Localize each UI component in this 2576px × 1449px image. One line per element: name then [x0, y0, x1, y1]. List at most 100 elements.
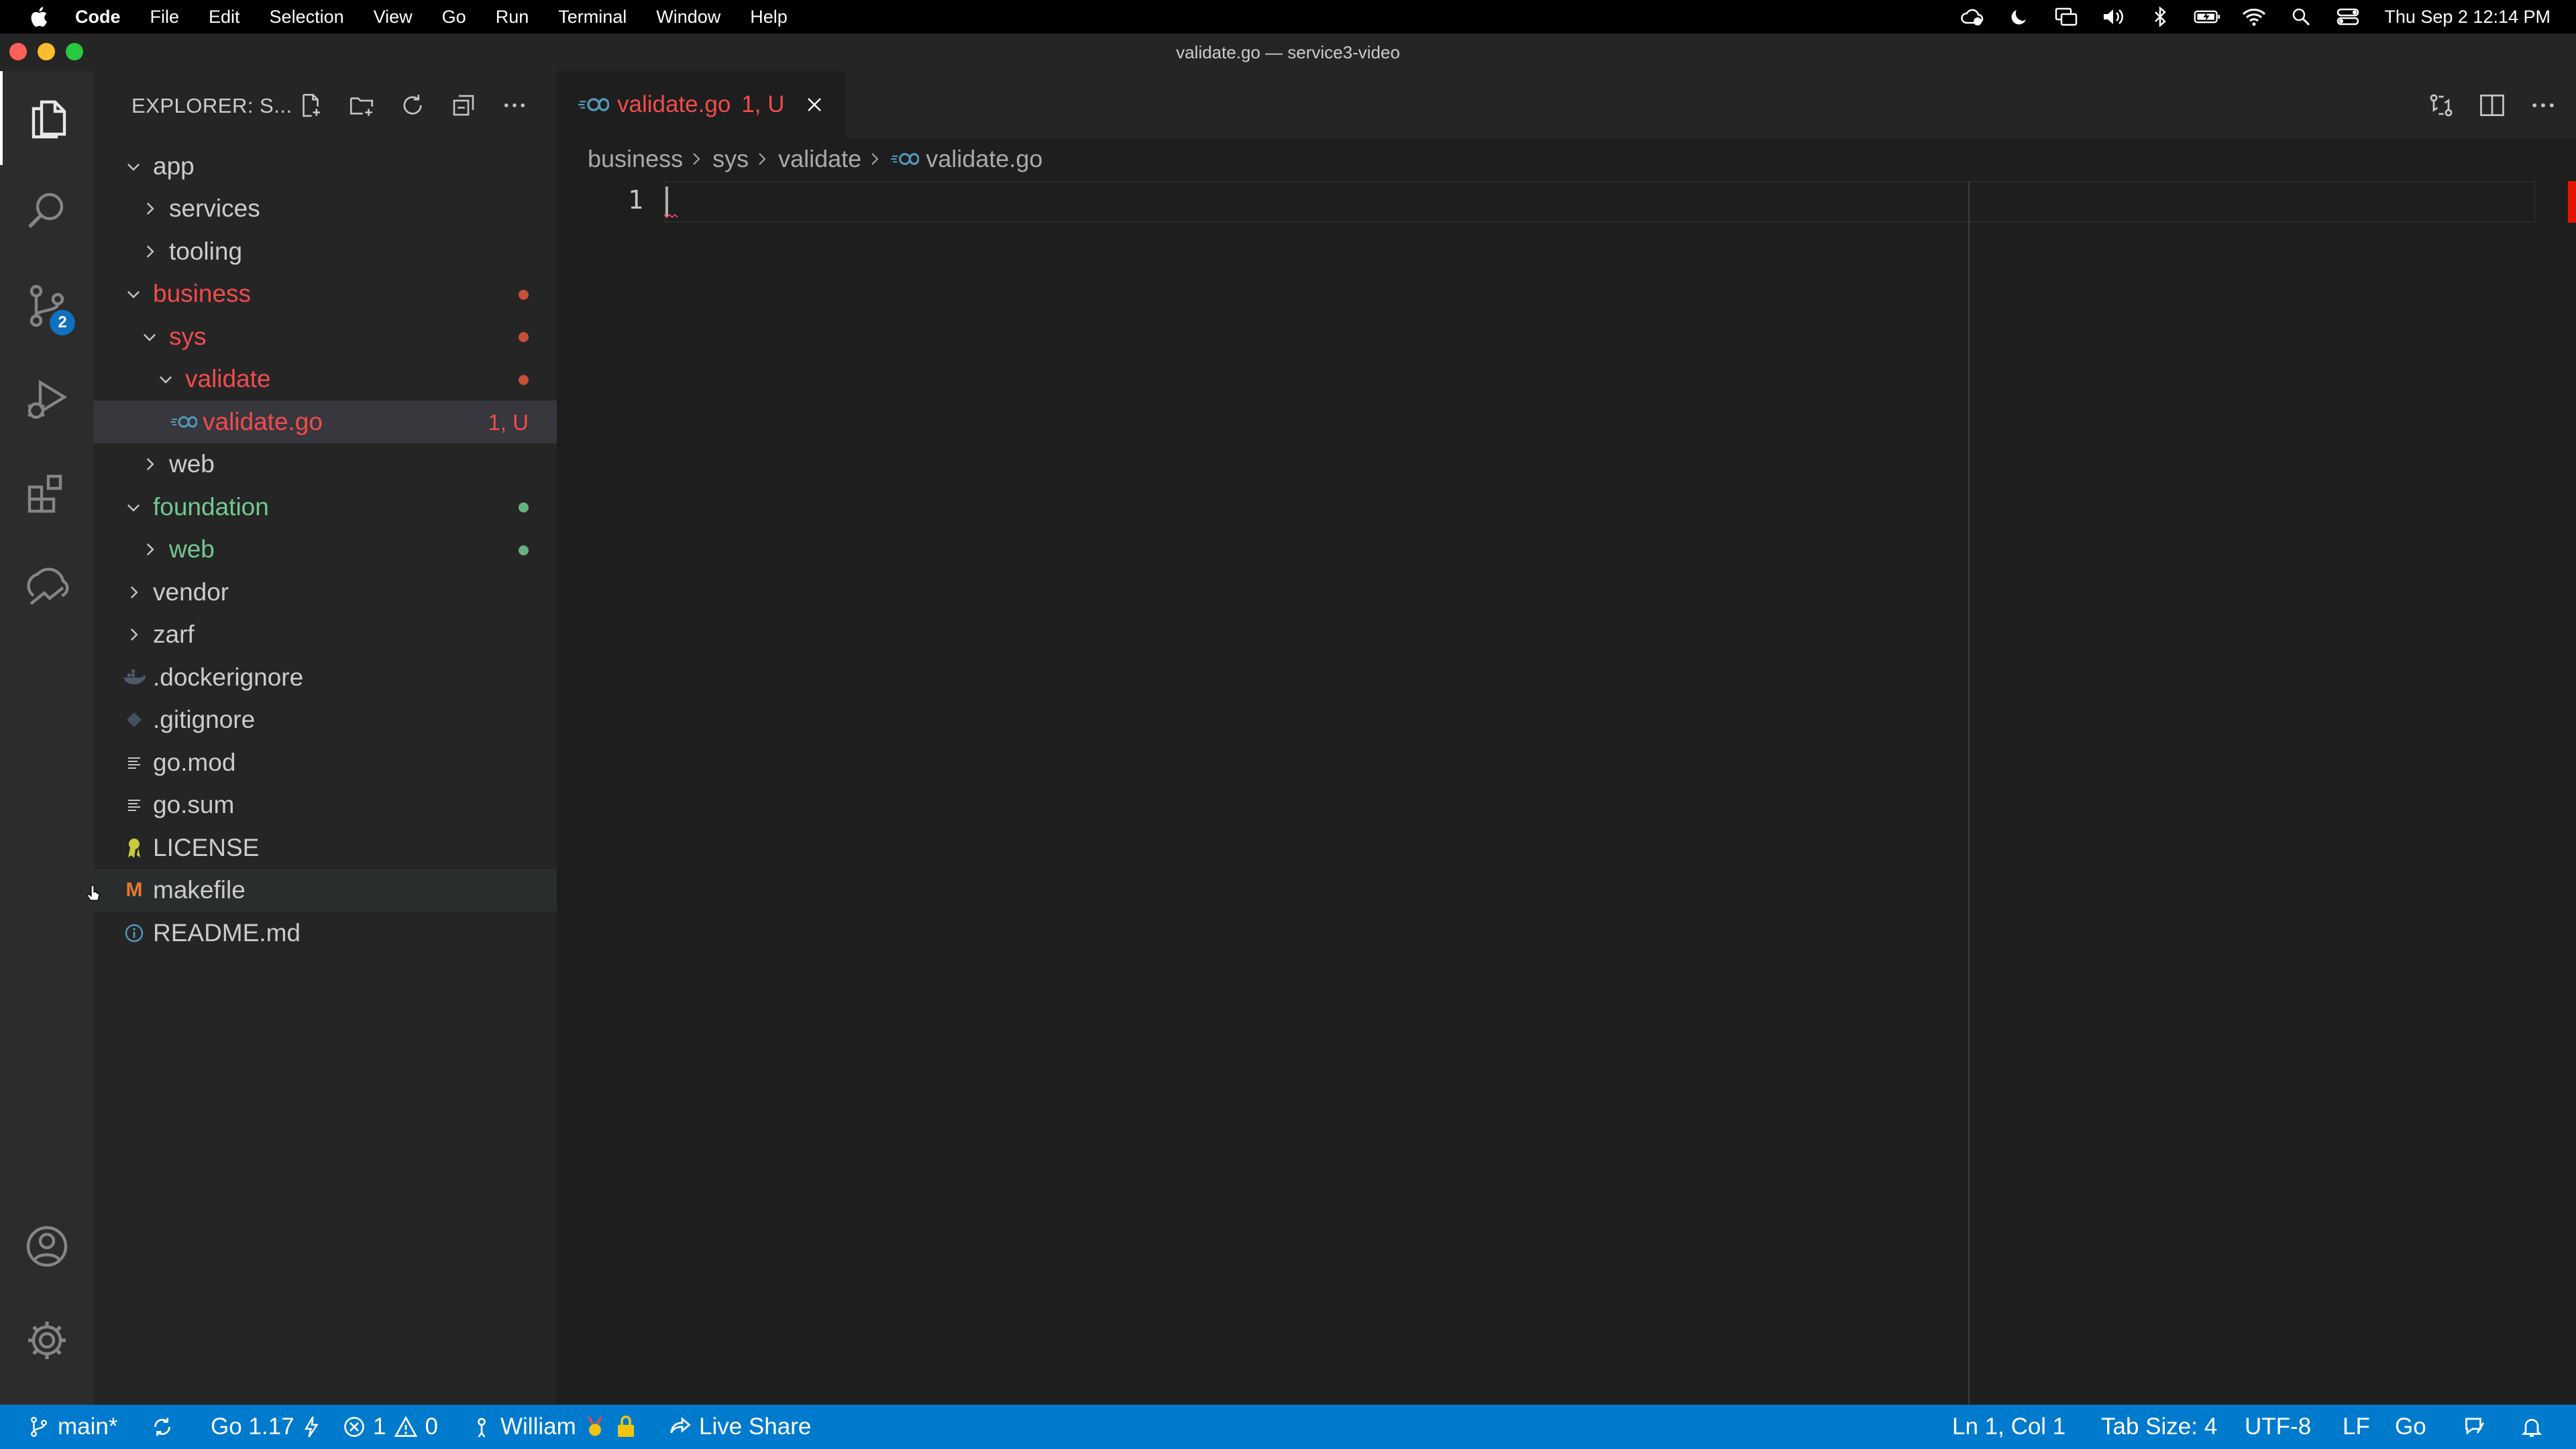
- tree-item-go-sum[interactable]: go.sum: [94, 784, 557, 827]
- breadcrumb-item[interactable]: validate.go: [926, 145, 1042, 173]
- account-icon: [26, 1226, 68, 1267]
- tree-item-services[interactable]: services: [94, 188, 557, 231]
- run-debug-icon: [28, 380, 68, 419]
- tree-item-label: LICENSE: [153, 833, 260, 861]
- live-share-status[interactable]: Live Share: [668, 1405, 811, 1449]
- tree-item-vendor[interactable]: vendor: [94, 571, 557, 614]
- menu-go[interactable]: Go: [442, 7, 466, 28]
- chevron-right-icon: [868, 149, 884, 169]
- breadcrumb-item[interactable]: validate: [778, 145, 861, 173]
- remote-explorer-activity[interactable]: [0, 541, 94, 635]
- chevron-right-icon: [690, 149, 706, 169]
- new-file-icon[interactable]: [295, 90, 326, 121]
- language-mode-status[interactable]: Go: [2395, 1405, 2426, 1449]
- sync-status[interactable]: [150, 1405, 181, 1449]
- tree-item-label: business: [153, 280, 252, 308]
- source-control-activity[interactable]: 2: [0, 259, 94, 353]
- extensions-activity[interactable]: [0, 447, 94, 541]
- refresh-icon[interactable]: [397, 90, 428, 121]
- feedback-icon: [2465, 1417, 2485, 1435]
- maximize-window-button[interactable]: [66, 43, 83, 60]
- tree-item-label: tooling: [169, 237, 243, 265]
- menu-window[interactable]: Window: [656, 7, 720, 28]
- split-editor-icon[interactable]: [2475, 89, 2509, 122]
- menubar-clock[interactable]: Thu Sep 2 12:14 PM: [2384, 7, 2551, 28]
- close-window-button[interactable]: [9, 43, 27, 60]
- more-actions-icon[interactable]: [2526, 89, 2560, 122]
- search-activity[interactable]: [0, 165, 94, 259]
- screen-mirroring-icon[interactable]: [2053, 7, 2080, 27]
- feedback-status[interactable]: [2463, 1405, 2494, 1449]
- menu-view[interactable]: View: [374, 7, 413, 28]
- chevron-right-icon: [123, 625, 144, 645]
- error-circle-icon: [344, 1417, 364, 1437]
- breadcrumb-item[interactable]: sys: [712, 145, 749, 173]
- apple-icon[interactable]: [28, 5, 48, 28]
- tree-item-label: go.sum: [153, 791, 235, 819]
- cloud-status-icon[interactable]: [1959, 7, 1986, 27]
- open-changes-icon[interactable]: [2424, 89, 2458, 122]
- volume-icon[interactable]: [2100, 7, 2127, 27]
- menu-terminal[interactable]: Terminal: [558, 7, 627, 28]
- tree-item-foundation[interactable]: foundation: [94, 486, 557, 529]
- tree-item-tooling[interactable]: tooling: [94, 230, 557, 273]
- menu-selection[interactable]: Selection: [270, 7, 344, 28]
- chevron-right-icon: [140, 241, 160, 262]
- do-not-disturb-moon-icon[interactable]: [2006, 7, 2033, 27]
- tree-item-label: makefile: [153, 876, 246, 904]
- tree-item-dockerignore[interactable]: .dockerignore: [94, 656, 557, 699]
- tree-item-zarf[interactable]: zarf: [94, 614, 557, 657]
- tree-item-business-web[interactable]: web: [94, 443, 557, 486]
- manage-activity[interactable]: [0, 1293, 94, 1387]
- tree-item-go-mod[interactable]: go.mod: [94, 741, 557, 784]
- go-version-status[interactable]: Go 1.17: [211, 1405, 331, 1449]
- tree-item-sys[interactable]: sys: [94, 315, 557, 358]
- tree-item-makefile[interactable]: M makefile: [94, 869, 557, 912]
- info-icon: [121, 920, 148, 947]
- tab-size-status[interactable]: Tab Size: 4: [2101, 1405, 2217, 1449]
- tree-item-validate-go[interactable]: validate.go 1, U: [94, 400, 557, 443]
- menu-edit[interactable]: Edit: [209, 7, 240, 28]
- notifications-status[interactable]: [2520, 1405, 2551, 1449]
- minimize-window-button[interactable]: [38, 43, 55, 60]
- error-scrollbar-marker[interactable]: [2568, 181, 2576, 223]
- tree-item-app[interactable]: app: [94, 145, 557, 188]
- editor-ruler: [1968, 181, 1970, 1405]
- menu-file[interactable]: File: [150, 7, 180, 28]
- close-icon[interactable]: [802, 93, 826, 117]
- accounts-activity[interactable]: [0, 1199, 94, 1293]
- menu-help[interactable]: Help: [750, 7, 788, 28]
- eol-status[interactable]: LF: [2343, 1405, 2370, 1449]
- tree-item-gitignore[interactable]: .gitignore: [94, 699, 557, 742]
- sync-icon: [154, 1417, 170, 1436]
- user-status[interactable]: William: [470, 1405, 645, 1449]
- bell-icon: [2521, 1419, 2542, 1437]
- modified-dot-indicator: [519, 502, 529, 513]
- tree-item-license[interactable]: LICENSE: [94, 826, 557, 869]
- collapse-all-icon[interactable]: [448, 90, 479, 121]
- encoding-status[interactable]: UTF-8: [2245, 1405, 2311, 1449]
- tree-item-business[interactable]: business: [94, 273, 557, 316]
- bluetooth-icon[interactable]: [2147, 7, 2174, 27]
- menu-run[interactable]: Run: [496, 7, 529, 28]
- wifi-icon[interactable]: [2241, 7, 2267, 27]
- tree-item-validate[interactable]: validate: [94, 358, 557, 401]
- new-folder-icon[interactable]: [346, 90, 377, 121]
- menu-app-name[interactable]: Code: [75, 7, 121, 28]
- spotlight-search-icon[interactable]: [2288, 7, 2314, 27]
- git-branch-status[interactable]: main*: [27, 1405, 117, 1449]
- tab-validate-go[interactable]: validate.go 1, U: [557, 71, 845, 138]
- breadcrumb-item[interactable]: business: [588, 145, 683, 173]
- tree-item-label: foundation: [153, 492, 269, 521]
- cursor-position-status[interactable]: Ln 1, Col 1: [1952, 1405, 2065, 1449]
- tree-item-foundation-web[interactable]: web: [94, 529, 557, 572]
- error-count: 1: [373, 1413, 386, 1440]
- control-center-icon[interactable]: [2334, 7, 2361, 27]
- more-actions-icon[interactable]: [499, 90, 530, 121]
- tree-item-readme[interactable]: README.md: [94, 912, 557, 955]
- run-debug-activity[interactable]: [0, 353, 94, 447]
- problems-status[interactable]: 1 0: [342, 1405, 438, 1449]
- code-editor[interactable]: 1: [557, 181, 2576, 1405]
- explorer-activity[interactable]: [0, 71, 94, 165]
- battery-charging-icon[interactable]: [2194, 7, 2220, 27]
